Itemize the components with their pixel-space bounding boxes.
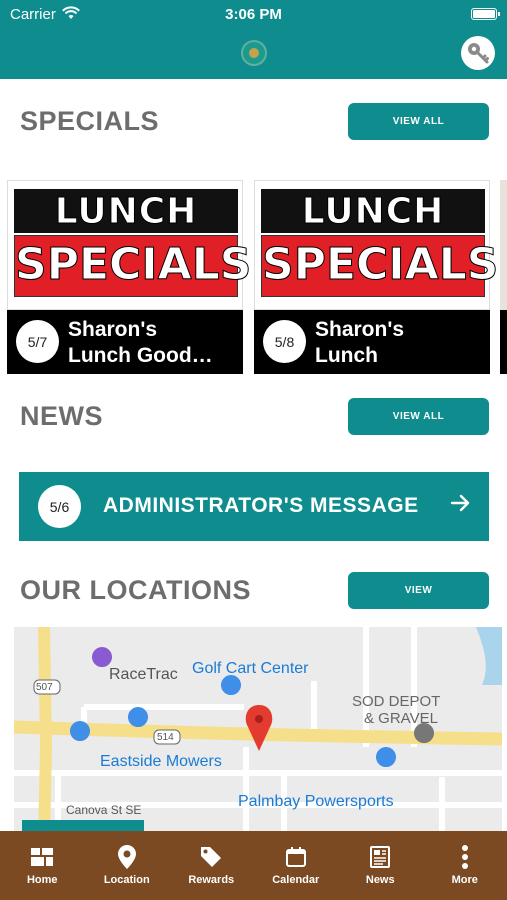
special-title-line2: Lunch <box>315 344 378 367</box>
arrow-right-icon <box>449 492 471 519</box>
news-item-title: ADMINISTRATOR'S MESSAGE <box>103 494 419 517</box>
nav-home[interactable]: Home <box>0 831 85 900</box>
app-logo-icon[interactable] <box>241 40 267 66</box>
nav-location[interactable]: Location <box>85 831 170 900</box>
location-pin-icon <box>116 845 138 869</box>
clock: 3:06 PM <box>225 6 282 23</box>
nav-label: News <box>365 874 395 886</box>
news-item[interactable]: 5/6 ADMINISTRATOR'S MESSAGE <box>19 472 489 541</box>
nav-calendar[interactable]: Calendar <box>254 831 339 900</box>
lunch-specials-image: LUNCH SPECIALS <box>7 180 252 310</box>
nav-label: Calendar <box>272 874 320 886</box>
date-badge: 5/8 <box>263 320 306 363</box>
map-place-label: Palmbay Powersports <box>238 793 394 810</box>
banner-top-text: LUNCH <box>54 191 198 233</box>
banner-top-text: LUNCH <box>301 191 445 233</box>
date-badge: 5/6 <box>38 485 81 528</box>
special-caption: 5/7 Sharon's Lunch Good… <box>7 310 243 374</box>
news-view-all-button[interactable]: VIEW ALL <box>348 398 489 435</box>
date-badge: 5/7 <box>16 320 59 363</box>
more-vertical-icon <box>454 845 476 869</box>
special-card-peek[interactable] <box>500 180 507 374</box>
map-overlay-tab <box>22 820 144 831</box>
banner-bottom-text: SPECIALS <box>15 239 252 291</box>
nav-label: Rewards <box>188 874 235 886</box>
specials-view-all-button[interactable]: VIEW ALL <box>348 103 489 140</box>
map-place-label: Golf Cart Center <box>192 660 309 677</box>
locations-view-button[interactable]: VIEW <box>348 572 489 609</box>
banner-bottom-text: SPECIALS <box>262 239 499 291</box>
nav-label: More <box>451 874 478 886</box>
map-place-label: SOD DEPOT <box>352 693 441 710</box>
special-title-line1: Sharon's <box>68 318 158 341</box>
special-caption: 5/8 Sharon's Lunch <box>254 310 490 374</box>
calendar-icon <box>285 846 307 868</box>
home-grid-icon <box>31 846 54 868</box>
map-place-label: RaceTrac <box>109 666 178 683</box>
special-card[interactable]: LUNCH SPECIALS 5/8 Sharon's Lunch <box>254 180 499 374</box>
status-bar: Carrier 3:06 PM <box>0 5 507 25</box>
tag-icon <box>200 846 222 868</box>
nav-news[interactable]: News <box>338 831 423 900</box>
app-header: Carrier 3:06 PM <box>0 0 507 79</box>
nav-rewards[interactable]: Rewards <box>169 831 254 900</box>
news-title: NEWS <box>20 401 103 431</box>
road-shield: 514 <box>157 732 174 743</box>
special-title-line1: Sharon's <box>315 318 405 341</box>
special-title-line2: Lunch Good… <box>68 344 213 367</box>
nav-more[interactable]: More <box>423 831 507 900</box>
nav-label: Home <box>26 874 58 886</box>
locations-title: OUR LOCATIONS <box>20 575 251 605</box>
street-label: Canova St SE <box>66 803 142 817</box>
specials-title: SPECIALS <box>20 106 160 136</box>
newspaper-icon <box>369 846 391 868</box>
lunch-specials-image: LUNCH SPECIALS <box>254 180 499 310</box>
special-card[interactable]: LUNCH SPECIALS 5/7 Sharon's Lunch Good… <box>7 180 252 374</box>
key-icon[interactable] <box>461 36 495 70</box>
locations-map[interactable]: RaceTrac Golf Cart Center SOD DEPOT & GR… <box>14 627 502 840</box>
battery-icon <box>471 8 500 20</box>
nav-label: Location <box>103 874 150 886</box>
bottom-nav: Home Location Rewards Calendar News More <box>0 831 507 900</box>
map-place-label: & GRAVEL <box>364 710 438 727</box>
map-place-label: Eastside Mowers <box>100 753 222 770</box>
road-shield: 507 <box>36 682 53 693</box>
